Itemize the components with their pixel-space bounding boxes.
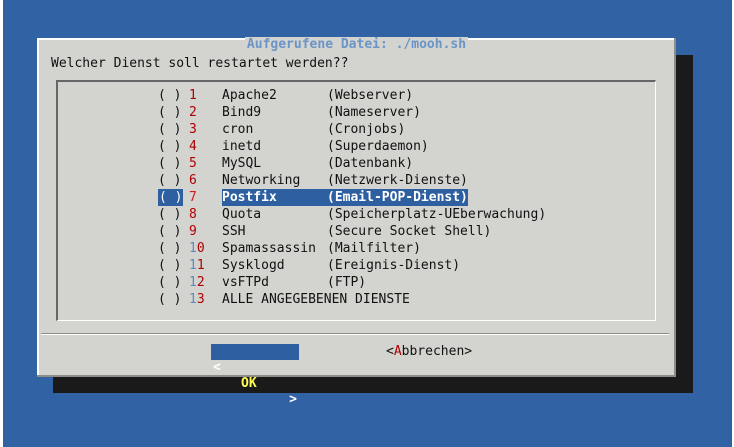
item-number: 13 [189,292,205,307]
item-number: 7 [189,190,197,205]
service-name: ALLE ANGEGEBENEN DIENSTE [222,292,410,307]
radio-mark[interactable]: ( ) [158,206,181,223]
ok-button-left-bracket: < [213,360,221,375]
service-description: (Ereignis-Dienst) [327,258,461,273]
service-description: (Superdaemon) [327,139,429,154]
radio-mark[interactable]: ( ) [158,240,181,257]
service-name: SSH [222,224,246,239]
item-number: 1 [189,88,197,103]
radio-mark[interactable]: ( ) [158,104,181,121]
cancel-hotkey: A [393,344,402,359]
service-name: vsFTPd [222,275,269,290]
item-number: 12 [189,275,205,290]
dialog-edge [674,38,676,377]
service-name: cron [222,122,254,137]
radio-mark[interactable]: ( ) [158,138,181,155]
service-description: (Secure Socket Shell) [327,224,492,239]
service-description: (FTP) [327,275,367,290]
service-name: Quota [222,207,262,222]
service-description: (Mailfilter) [327,241,421,256]
radio-mark[interactable]: ( ) [158,155,181,172]
service-description: (Cronjobs) [327,122,406,137]
item-number: 9 [189,224,197,239]
button-separator [41,333,669,335]
ok-button-label: OK [241,376,257,391]
dialog-title: Aufgerufene Datei: ./mooh.sh [37,37,676,52]
service-name: Apache2 [222,88,277,103]
service-description: (Email-POP-Dienst) [327,189,468,206]
service-name: Postfix [222,189,327,206]
radio-mark[interactable]: ( ) [158,172,181,189]
cancel-button[interactable]: <Abbrechen> [386,344,472,360]
item-number: 10 [189,241,205,256]
list-item[interactable]: ( ) 8 Quota (Speicherplatz-UEberwachung) [58,206,655,223]
item-number: 3 [189,122,197,137]
radio-mark[interactable]: ( ) [158,121,181,138]
list-item[interactable]: ( ) 5 MySQL (Datenbank) [58,155,655,172]
radiolist-dialog: Aufgerufene Datei: ./mooh.sh Welcher Die… [37,37,676,407]
radio-mark[interactable]: ( ) [158,274,181,291]
dialog-title-text: Aufgerufene Datei: ./mooh.sh [244,37,469,52]
service-name: Networking [222,173,301,188]
cancel-close-bracket: > [464,344,473,359]
service-name: MySQL [222,156,262,171]
item-number: 8 [189,207,197,222]
service-description: (Netzwerk-Dienste) [327,173,468,188]
service-description: (Datenbank) [327,156,414,171]
radio-mark[interactable]: ( ) [158,87,181,104]
list-item[interactable]: ( ) 2 Bind9 (Nameserver) [58,104,655,121]
service-name: Bind9 [222,105,262,120]
list-item[interactable]: ( ) 3 cron (Cronjobs) [58,121,655,138]
cancel-label: bbrechen [401,344,465,359]
dialog-prompt: Welcher Dienst soll restartet werden?? [51,56,349,71]
dialog-edge [37,38,39,377]
service-list[interactable]: ( ) 1 Apache2 (Webserver) ( ) 2 Bind9 (Nameserv… [56,80,656,321]
dialog-edge [37,375,676,377]
item-number: 5 [189,156,197,171]
ok-button-right-bracket: > [289,392,297,407]
radio-mark[interactable]: ( ) [158,189,184,206]
service-name: inetd [222,139,262,154]
cancel-open-bracket: < [386,344,394,359]
service-description: (Speicherplatz-UEberwachung) [327,207,547,222]
item-number: 11 [189,258,205,273]
list-item[interactable]: ( ) 4 inetd (Superdaemon) [58,138,655,155]
ok-button[interactable]: < OK > [211,344,299,407]
list-item[interactable]: ( ) 1 Apache2 (Webserver) [58,87,655,104]
item-number: 2 [189,105,197,120]
radio-mark[interactable]: ( ) [158,291,181,308]
service-description: (Nameserver) [327,105,421,120]
item-number: 6 [189,173,197,188]
list-item[interactable]: ( ) 10 Spamassassin (Mailfilter) [58,240,655,257]
radio-mark[interactable]: ( ) [158,257,181,274]
list-item[interactable]: ( ) 12 vsFTPd (FTP) [58,274,655,291]
service-name: Sysklogd [222,258,285,273]
list-item[interactable]: ( ) 7 Postfix (Email-POP-Dienst) [58,189,655,206]
service-name: Spamassassin [222,241,316,256]
service-description: (Webserver) [327,88,414,103]
list-item[interactable]: ( ) 6 Networking (Netzwerk-Dienste) [58,172,655,189]
item-number: 4 [189,139,197,154]
list-item[interactable]: ( ) 9 SSH (Secure Socket Shell) [58,223,655,240]
list-item[interactable]: ( ) 11 Sysklogd (Ereignis-Dienst) [58,257,655,274]
radio-mark[interactable]: ( ) [158,223,181,240]
list-item[interactable]: ( ) 13 ALLE ANGEGEBENEN DIENSTE [58,291,655,308]
